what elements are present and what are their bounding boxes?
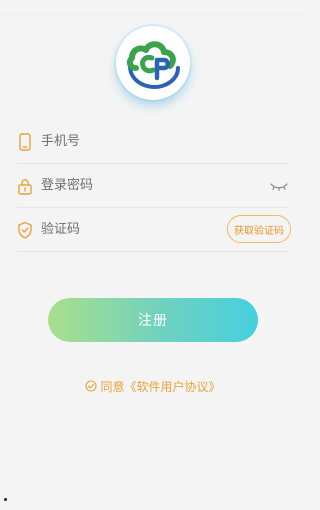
password-field xyxy=(17,164,289,208)
phone-field xyxy=(17,120,289,164)
check-circle-icon[interactable] xyxy=(85,380,98,392)
corner-dot xyxy=(4,498,7,501)
eye-closed-icon[interactable] xyxy=(269,180,289,192)
register-button[interactable]: 注册 xyxy=(48,298,258,342)
shield-check-icon xyxy=(17,221,33,239)
agreement-link[interactable]: 《软件用户协议》 xyxy=(125,378,221,395)
agreement-row[interactable]: 同意 《软件用户协议》 xyxy=(0,376,306,396)
app-logo xyxy=(116,26,190,100)
verification-code-field: 获取验证码 xyxy=(17,208,291,252)
lock-icon xyxy=(17,177,33,195)
phone-input[interactable] xyxy=(41,120,289,163)
agreement-prefix: 同意 xyxy=(100,379,125,394)
top-divider xyxy=(0,14,306,15)
get-code-button[interactable]: 获取验证码 xyxy=(227,215,291,243)
cloud-cp-logo-icon xyxy=(126,41,180,89)
phone-icon xyxy=(17,132,33,151)
password-input[interactable] xyxy=(41,164,263,207)
